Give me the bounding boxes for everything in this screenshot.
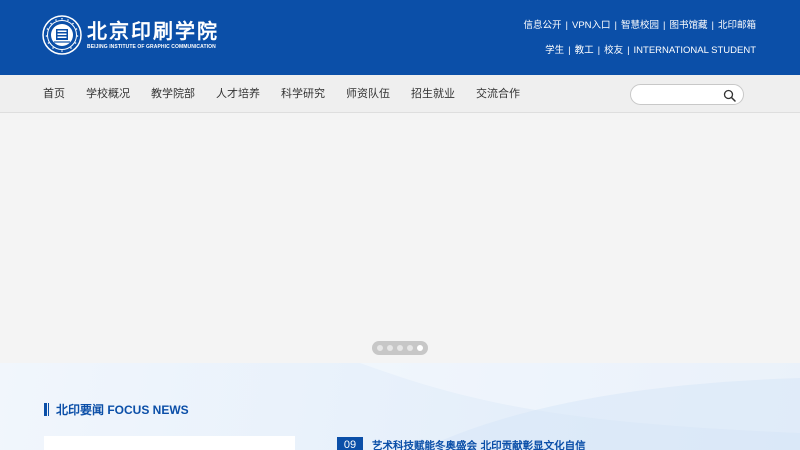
news-date: 09 bbox=[337, 437, 363, 450]
link-staff[interactable]: 教工 bbox=[575, 44, 594, 58]
carousel-pagination bbox=[372, 341, 428, 355]
search-input[interactable] bbox=[639, 88, 719, 102]
separator: | bbox=[614, 20, 618, 31]
news-image[interactable] bbox=[44, 436, 295, 450]
top-links: 信息公开 | VPN入口 | 智慧校园 | 图书馆藏 | 北印邮箱 学生 | 教… bbox=[524, 19, 756, 58]
news-headline[interactable]: 艺术科技赋能冬奥盛会 北印贡献彰显文化自信 bbox=[372, 438, 586, 450]
separator: | bbox=[663, 20, 666, 31]
carousel-dot-1[interactable] bbox=[377, 345, 383, 351]
link-vpn[interactable]: VPN入口 bbox=[572, 19, 611, 33]
link-email[interactable]: 北印邮箱 bbox=[718, 19, 756, 33]
school-name-en: BEIJING INSTITUTE OF GRAPHIC COMMUNICATI… bbox=[87, 44, 216, 50]
link-students[interactable]: 学生 bbox=[545, 44, 564, 58]
carousel-dot-4[interactable] bbox=[407, 345, 413, 351]
nav-item-education[interactable]: 人才培养 bbox=[216, 75, 260, 113]
nav-items: 首页 学校概况 教学院部 人才培养 科学研究 师资队伍 招生就业 交流合作 bbox=[43, 75, 541, 113]
search-box bbox=[630, 84, 744, 105]
link-smart-campus[interactable]: 智慧校园 bbox=[621, 19, 659, 33]
section-title-text: 北印要闻 FOCUS NEWS bbox=[56, 403, 189, 417]
nav-item-research[interactable]: 科学研究 bbox=[281, 75, 325, 113]
news-list-item[interactable]: 09 艺术科技赋能冬奥盛会 北印贡献彰显文化自信 bbox=[337, 437, 586, 450]
link-international-student[interactable]: INTERNATIONAL STUDENT bbox=[634, 44, 756, 58]
top-links-row-1: 信息公开 | VPN入口 | 智慧校园 | 图书馆藏 | 北印邮箱 bbox=[524, 19, 756, 33]
carousel-dot-5[interactable] bbox=[417, 345, 423, 351]
site-header: 北京印刷学院 BEIJING INSTITUTE OF GRAPHIC COMM… bbox=[0, 0, 800, 75]
school-name-cn: 北京印刷学院 bbox=[87, 19, 219, 43]
link-info-disclosure[interactable]: 信息公开 bbox=[524, 19, 562, 33]
carousel-dot-3[interactable] bbox=[397, 345, 403, 351]
nav-item-faculty[interactable]: 师资队伍 bbox=[346, 75, 390, 113]
nav-item-schools[interactable]: 教学院部 bbox=[151, 75, 195, 113]
link-library[interactable]: 图书馆藏 bbox=[670, 19, 708, 33]
separator: | bbox=[565, 20, 568, 31]
separator: | bbox=[597, 45, 601, 56]
top-links-row-2: 学生 | 教工 | 校友 | INTERNATIONAL STUDENT bbox=[524, 44, 756, 58]
main-nav: 首页 学校概况 教学院部 人才培养 科学研究 师资队伍 招生就业 交流合作 bbox=[0, 75, 800, 113]
link-alumni[interactable]: 校友 bbox=[604, 44, 623, 58]
nav-item-admissions[interactable]: 招生就业 bbox=[411, 75, 455, 113]
nav-item-home[interactable]: 首页 bbox=[43, 75, 65, 113]
section-title: 北印要闻 FOCUS NEWS bbox=[44, 401, 189, 418]
banner-carousel[interactable] bbox=[0, 113, 800, 363]
school-emblem-icon bbox=[42, 15, 82, 55]
separator: | bbox=[627, 45, 630, 56]
news-section: 北印要闻 FOCUS NEWS 09 艺术科技赋能冬奥盛会 北印贡献彰显文化自信 bbox=[0, 363, 800, 450]
separator: | bbox=[711, 20, 714, 31]
nav-item-about[interactable]: 学校概况 bbox=[86, 75, 130, 113]
carousel-dot-2[interactable] bbox=[387, 345, 393, 351]
nav-item-exchange[interactable]: 交流合作 bbox=[476, 75, 520, 113]
school-logo[interactable]: 北京印刷学院 BEIJING INSTITUTE OF GRAPHIC COMM… bbox=[42, 15, 219, 55]
title-bar-icon bbox=[44, 403, 49, 416]
search-icon[interactable] bbox=[723, 89, 736, 102]
separator: | bbox=[568, 45, 571, 56]
